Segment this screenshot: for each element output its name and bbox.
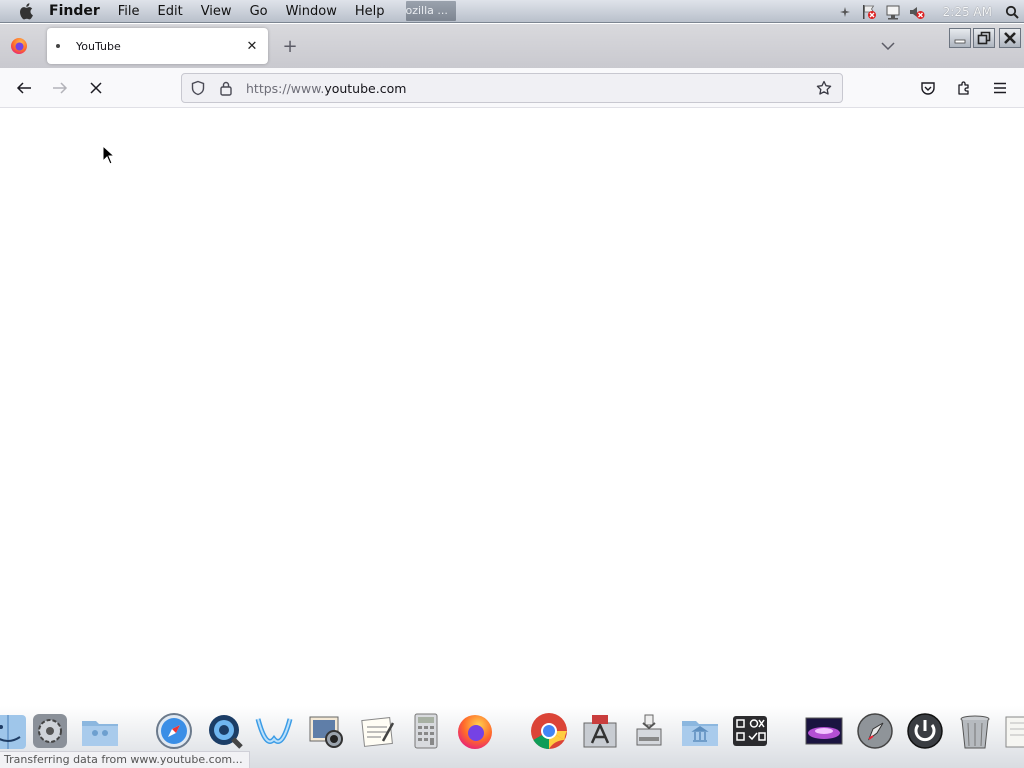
lock-icon[interactable] [212, 74, 240, 102]
forward-icon[interactable] [48, 76, 72, 100]
shield-icon[interactable] [184, 74, 212, 102]
chevron-down-icon[interactable] [876, 36, 900, 56]
restore-window-button[interactable] [973, 28, 995, 48]
mail-icon[interactable] [252, 708, 296, 754]
back-icon[interactable] [12, 76, 36, 100]
menu-go[interactable]: Go [241, 0, 277, 23]
network-icon[interactable] [881, 0, 905, 23]
applications-folder-icon[interactable] [678, 708, 722, 754]
tab-loading-indicator [56, 44, 60, 48]
tab-strip: YouTube ✕ + [0, 24, 1024, 68]
system-preferences-icon[interactable] [28, 708, 72, 754]
launchpad-icon[interactable] [853, 708, 897, 754]
menu-extras: 2:25 AM [833, 0, 1024, 23]
taskbar-mozilla-window[interactable]: ozilla ... [405, 1, 456, 21]
menubar-clock[interactable]: 2:25 AM [929, 5, 1000, 19]
trash-icon[interactable] [953, 708, 997, 754]
notes-icon[interactable] [1000, 708, 1024, 754]
pocket-icon[interactable] [916, 76, 940, 100]
power-icon[interactable] [903, 708, 947, 754]
photo-icon[interactable] [304, 708, 348, 754]
firefox-icon[interactable] [453, 708, 497, 754]
tab-title: YouTube [76, 39, 121, 53]
close-tab-icon[interactable]: ✕ [240, 34, 264, 58]
menu-bar: Finder File Edit View Go Window Help ozi… [0, 0, 1024, 23]
hamburger-menu-icon[interactable] [988, 76, 1012, 100]
textedit-icon[interactable] [355, 708, 399, 754]
spaces-icon[interactable] [833, 0, 857, 23]
flag-icon[interactable] [857, 0, 881, 23]
apple-icon[interactable] [14, 0, 40, 23]
users-folder-icon[interactable] [78, 708, 122, 754]
safari-icon[interactable] [152, 708, 196, 754]
url-host: youtube.com [324, 80, 407, 96]
page-content[interactable] [0, 109, 1024, 707]
widgets-icon[interactable] [728, 708, 772, 754]
menu-edit[interactable]: Edit [149, 0, 192, 23]
navigation-toolbar: https://www.youtube.com [0, 68, 1024, 108]
extensions-icon[interactable] [952, 76, 976, 100]
stop-icon[interactable] [84, 76, 108, 100]
close-window-button[interactable] [999, 28, 1021, 48]
mouse-cursor-icon [102, 144, 116, 165]
url-prefix: https://www. [246, 80, 325, 96]
tab-youtube[interactable]: YouTube ✕ [47, 28, 268, 64]
menu-app-finder[interactable]: Finder [40, 0, 109, 23]
firefox-icon [10, 37, 28, 55]
volume-muted-icon[interactable] [905, 0, 929, 23]
menu-view[interactable]: View [192, 0, 241, 23]
desktop-picture-icon[interactable] [802, 708, 846, 754]
chrome-icon[interactable] [527, 708, 571, 754]
star-icon[interactable] [810, 74, 838, 102]
menu-window[interactable]: Window [277, 0, 346, 23]
finder-icon[interactable] [0, 708, 30, 754]
disk-utility-icon[interactable] [627, 708, 671, 754]
status-text: Transferring data from www.youtube.com..… [0, 751, 250, 768]
url-bar[interactable]: https://www.youtube.com [181, 73, 843, 103]
new-tab-button[interactable]: + [278, 36, 302, 57]
calculator-icon[interactable] [404, 708, 448, 754]
url-text[interactable]: https://www.youtube.com [246, 81, 842, 96]
spotlight-icon[interactable] [1000, 0, 1024, 23]
menu-help[interactable]: Help [346, 0, 394, 23]
minimize-window-button[interactable] [949, 28, 971, 48]
menu-file[interactable]: File [109, 0, 149, 23]
app-store-icon[interactable] [578, 708, 622, 754]
quicktime-icon[interactable] [203, 708, 247, 754]
